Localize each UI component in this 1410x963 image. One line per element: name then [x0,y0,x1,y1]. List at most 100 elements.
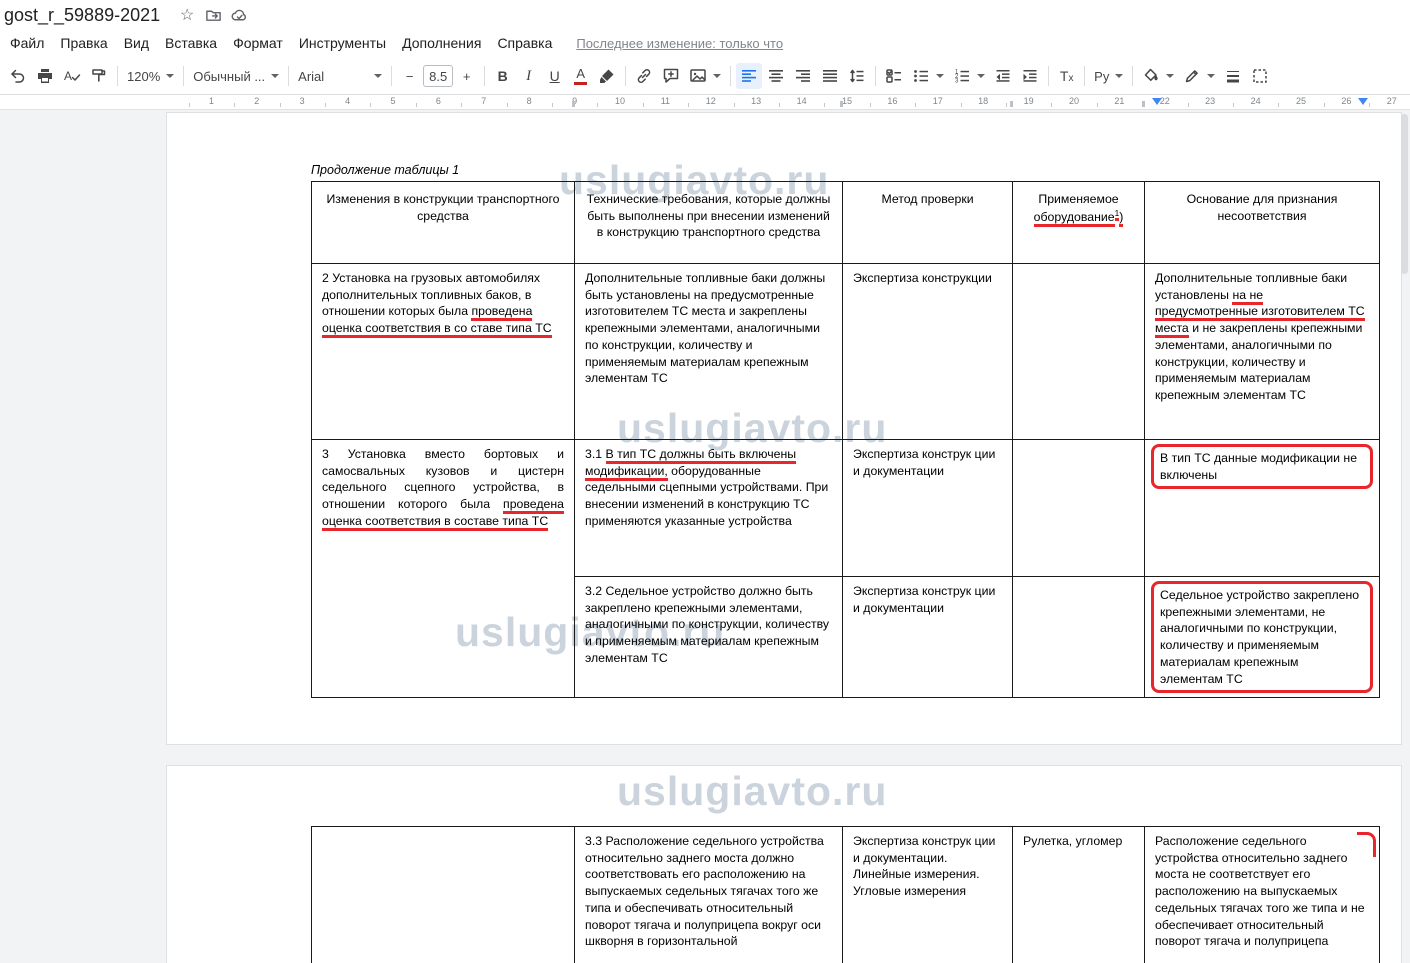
styles-select[interactable]: Обычный ... [189,63,283,89]
table-cell[interactable]: Дополнительные топливные баки должны быт… [575,264,843,440]
underline-button[interactable]: U [542,63,567,89]
header-cell[interactable]: Метод проверки [843,182,1013,264]
font-value: Arial [298,69,324,84]
ruler-number: 5 [390,96,395,106]
italic-button[interactable]: I [516,63,541,89]
table-cell[interactable]: Экспертиза конструк ции и документации. … [843,827,1013,963]
table-cell[interactable] [1013,577,1145,698]
insert-link-button[interactable] [631,63,657,89]
header-cell[interactable]: Основание для признания несоответствия [1145,182,1380,264]
toolbar-divider [183,66,184,86]
header-cell[interactable]: Технические требования, которые должны б… [575,182,843,264]
table-cell[interactable]: 3.2 Седельное устройство должно быть зак… [575,577,843,698]
table-cell[interactable] [312,827,575,963]
toolbar-divider [288,66,289,86]
menu-item[interactable]: Вставка [157,32,225,54]
font-select[interactable]: Arial [294,63,386,89]
page-2[interactable]: uslugiavto.ru 3.3 Расположение седельног… [166,765,1402,963]
menu-item[interactable]: Дополнения [394,32,489,54]
table-cell[interactable]: Дополнительные топливные баки установлен… [1145,264,1380,440]
ruler-number: 1 [209,96,214,106]
menu-items: ФайлПравкаВидВставкаФорматИнструментыДоп… [2,32,560,54]
table-cell[interactable]: 2 Установка на грузовых автомобилях допо… [312,264,575,440]
document-title[interactable]: gost_r_59889-2021 [4,5,160,26]
menu-item[interactable]: Инструменты [291,32,394,54]
header-cell[interactable]: Изменения в конструкции транспортного ср… [312,182,575,264]
watermark: uslugiavto.ru [617,768,887,815]
menu-item[interactable]: Справка [489,32,560,54]
align-justify-button[interactable] [817,63,843,89]
ruler-number: 17 [933,96,943,106]
font-size-input[interactable]: 8.5 [423,65,453,87]
page-1[interactable]: uslugiavto.ru uslugiavto.ru uslugiavto.r… [166,112,1402,745]
font-size-increase-button[interactable]: + [454,63,479,89]
table-cell[interactable] [1013,440,1145,577]
print-button[interactable] [32,63,58,89]
highlight-color-button[interactable] [594,63,620,89]
border-color-button[interactable] [1179,63,1219,89]
menu-item[interactable]: Правка [52,32,115,54]
svg-text:А: А [64,69,72,83]
table-cell[interactable]: 3 Установка вместо бортовых и самосвальн… [312,440,575,698]
document-canvas: uslugiavto.ru uslugiavto.ru uslugiavto.r… [0,110,1410,963]
undo-button[interactable] [5,63,31,89]
column-boundary-marker[interactable] [572,101,575,107]
bullet-list-button[interactable] [908,63,948,89]
svg-text:3: 3 [955,79,959,85]
line-spacing-button[interactable] [844,63,870,89]
table-cell[interactable]: 3.1 В тип ТС должны быть включены модифи… [575,440,843,577]
cloud-status-icon[interactable] [226,2,252,28]
zoom-value: 120% [127,69,160,84]
paint-format-button[interactable] [86,63,112,89]
toolbar-divider [117,66,118,86]
ruler-number: 23 [1205,96,1215,106]
font-size-decrease-button[interactable]: − [397,63,422,89]
table-cell[interactable]: Седельное устройство закреплено крепежны… [1145,577,1380,698]
fill-color-button[interactable] [1138,63,1178,89]
align-center-button[interactable] [763,63,789,89]
numbered-list-button[interactable]: 123 [949,63,989,89]
table-cell[interactable]: Экспертиза конструкции [843,264,1013,440]
ruler-number: 14 [797,96,807,106]
bold-button[interactable]: B [490,63,515,89]
insert-image-button[interactable] [685,63,725,89]
menu-item[interactable]: Вид [116,32,157,54]
right-indent-marker-icon[interactable] [1358,98,1368,105]
table-cell[interactable]: 3.3 Расположение седельного устройства о… [575,827,843,963]
add-comment-button[interactable] [658,63,684,89]
align-left-button[interactable] [736,63,762,89]
table-cell[interactable]: Экспертиза конструк ции и документации [843,577,1013,698]
ruler-number: 7 [481,96,486,106]
move-folder-icon[interactable] [200,2,226,28]
table-cell[interactable] [1013,264,1145,440]
toolbar-divider [875,66,876,86]
decrease-indent-button[interactable] [990,63,1016,89]
spellcheck-button[interactable]: А [59,63,85,89]
clear-format-button[interactable]: Tx [1054,63,1079,89]
checklist-button[interactable] [881,63,907,89]
caret-icon [977,74,985,78]
table-cell[interactable]: Расположение седельного устройства относ… [1145,827,1380,963]
border-width-button[interactable] [1220,63,1246,89]
indent-marker-icon[interactable] [1152,98,1162,105]
zoom-select[interactable]: 120% [123,63,178,89]
menu-item[interactable]: Файл [2,32,52,54]
border-dash-button[interactable] [1247,63,1273,89]
column-boundary-marker[interactable] [1010,101,1013,107]
input-tools-button[interactable]: Ру [1090,63,1127,89]
vertical-scrollbar[interactable] [1401,114,1408,274]
increase-indent-button[interactable] [1017,63,1043,89]
menu-item[interactable]: Формат [225,32,291,54]
ruler-number: 10 [615,96,625,106]
header-cell[interactable]: Применяемое оборудование1) [1013,182,1145,264]
align-right-button[interactable] [790,63,816,89]
ruler-number: 15 [842,96,852,106]
column-boundary-marker[interactable] [840,101,843,107]
table-cell[interactable]: В тип ТС данные модификации не включены [1145,440,1380,577]
column-boundary-marker[interactable] [1142,101,1145,107]
table-cell[interactable]: Экспертиза конструк ции и документации [843,440,1013,577]
text-color-button[interactable]: A [568,63,593,89]
table-cell[interactable]: Рулетка, угломер [1013,827,1145,963]
star-icon[interactable]: ☆ [174,2,200,28]
last-edit-link[interactable]: Последнее изменение: только что [576,36,783,51]
